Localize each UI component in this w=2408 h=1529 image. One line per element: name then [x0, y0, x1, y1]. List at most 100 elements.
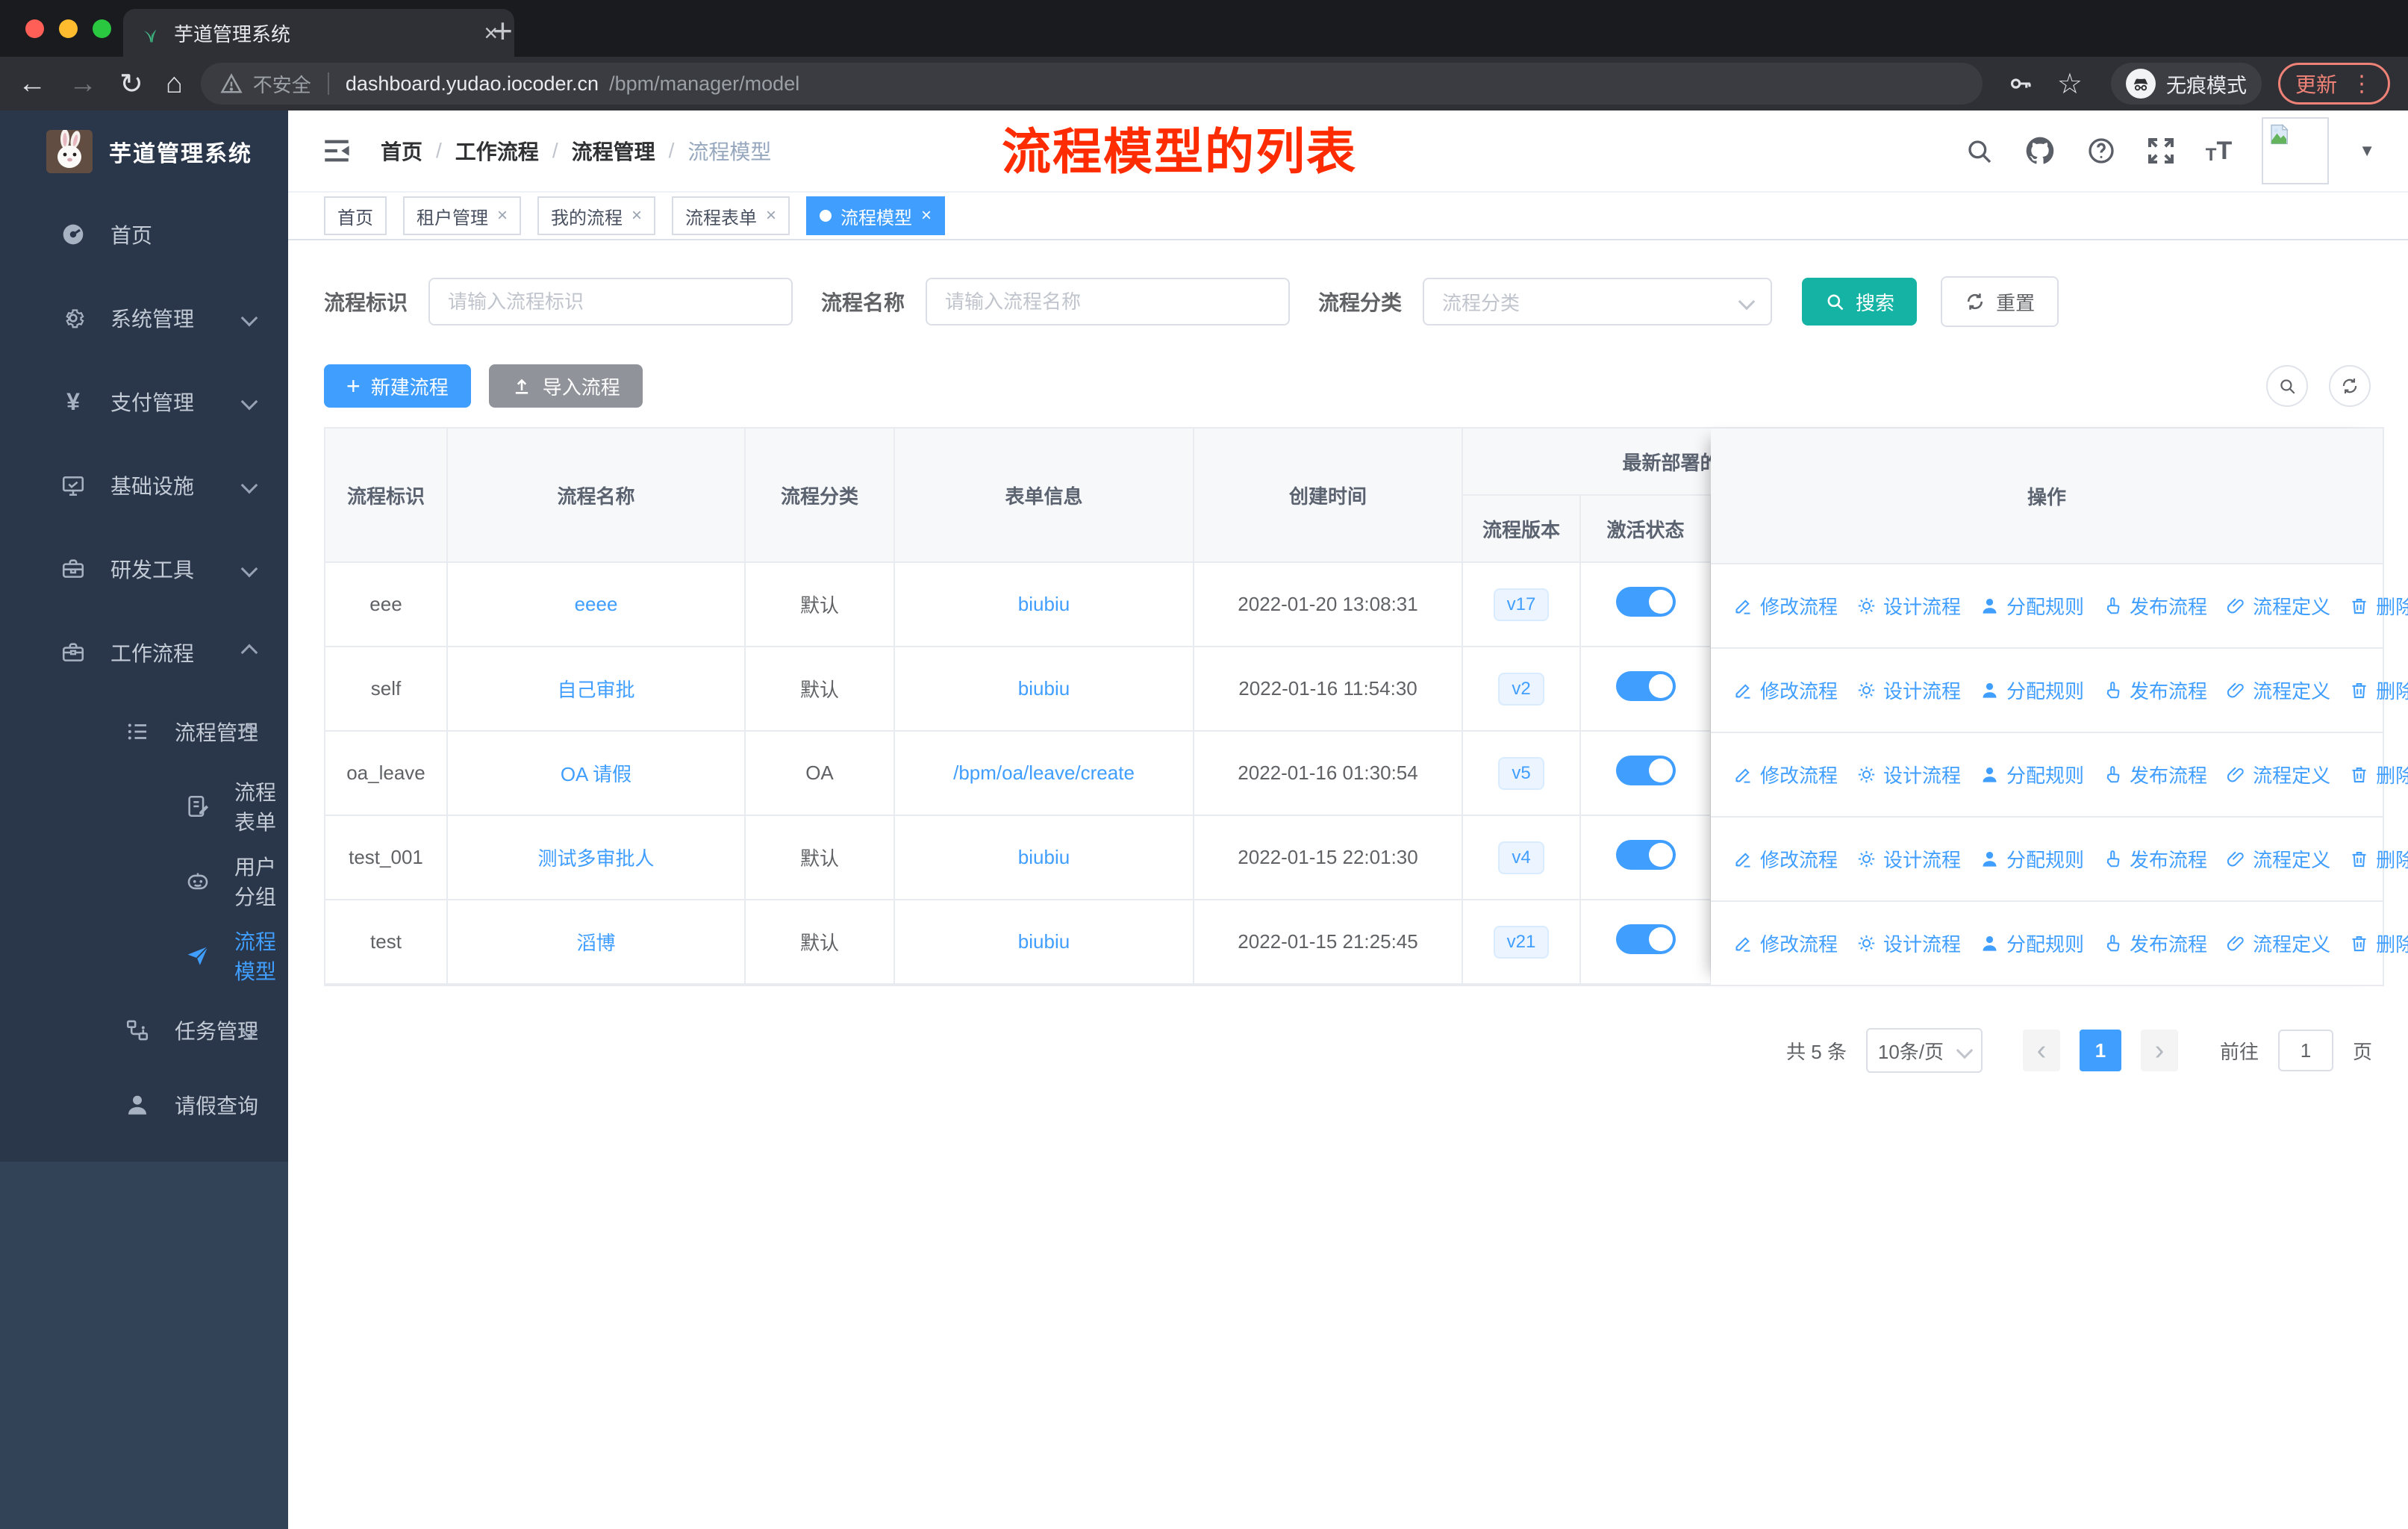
sidebar-item-process-management[interactable]: 流程管理	[0, 694, 288, 769]
tag-process-model[interactable]: 流程模型 ×	[806, 196, 946, 235]
current-page-button[interactable]: 1	[2079, 1030, 2121, 1071]
browser-tab[interactable]: 芋道管理系统 ×	[123, 9, 514, 57]
process-name-link[interactable]: OA 请假	[561, 763, 631, 785]
form-link[interactable]: /bpm/oa/leave/create	[953, 762, 1135, 784]
form-link[interactable]: biubiu	[1018, 677, 1070, 700]
tag-tenant[interactable]: 租户管理 ×	[403, 196, 522, 235]
action-deploy-link[interactable]: 发布流程	[2103, 592, 2207, 620]
action-definition-link[interactable]: 流程定义	[2226, 929, 2330, 957]
action-edit-link[interactable]: 修改流程	[1733, 761, 1838, 788]
active-toggle[interactable]	[1615, 671, 1676, 701]
back-icon[interactable]: ←	[18, 68, 46, 100]
goto-page-input[interactable]	[2277, 1030, 2333, 1071]
page-size-select[interactable]: 10条/页	[1865, 1028, 1983, 1073]
action-design-link[interactable]: 设计流程	[1856, 929, 1961, 957]
caret-down-icon[interactable]: ▼	[2359, 141, 2375, 161]
new-tab-button[interactable]: +	[493, 10, 513, 51]
search-button[interactable]: 搜索	[1802, 278, 1918, 326]
tag-my-process[interactable]: 我的流程 ×	[537, 196, 656, 235]
action-edit-link[interactable]: 修改流程	[1733, 845, 1838, 873]
tag-home[interactable]: 首页	[324, 196, 387, 235]
action-definition-link[interactable]: 流程定义	[2226, 761, 2330, 788]
key-icon[interactable]	[2008, 71, 2033, 96]
sidebar-item-task-management[interactable]: 任务管理	[0, 993, 288, 1068]
active-toggle[interactable]	[1615, 587, 1676, 617]
maximize-window-button[interactable]	[93, 19, 111, 38]
collapse-sidebar-icon[interactable]	[321, 135, 352, 166]
update-button[interactable]: 更新 ⋮	[2277, 63, 2390, 105]
close-icon[interactable]: ×	[921, 205, 932, 226]
action-delete-link[interactable]: 删除	[2349, 592, 2408, 620]
breadcrumb-workflow[interactable]: 工作流程	[455, 136, 539, 166]
close-icon[interactable]: ×	[631, 205, 642, 226]
active-toggle[interactable]	[1615, 756, 1676, 785]
action-delete-link[interactable]: 删除	[2349, 761, 2408, 788]
action-delete-link[interactable]: 删除	[2349, 676, 2408, 704]
action-design-link[interactable]: 设计流程	[1856, 761, 1961, 788]
version-badge[interactable]: v2	[1498, 672, 1544, 706]
process-name-link[interactable]: 测试多审批人	[537, 847, 654, 870]
action-design-link[interactable]: 设计流程	[1856, 592, 1961, 620]
search-icon[interactable]	[1964, 136, 1994, 166]
sidebar-item-payment[interactable]: ¥ 支付管理	[0, 360, 288, 443]
fullscreen-icon[interactable]	[2146, 136, 2176, 166]
avatar[interactable]	[2262, 117, 2330, 184]
action-deploy-link[interactable]: 发布流程	[2103, 845, 2207, 873]
action-deploy-link[interactable]: 发布流程	[2103, 676, 2207, 704]
action-delete-link[interactable]: 删除	[2349, 929, 2408, 957]
import-process-button[interactable]: 导入流程	[488, 364, 643, 408]
action-definition-link[interactable]: 流程定义	[2226, 676, 2330, 704]
breadcrumb-process-management[interactable]: 流程管理	[572, 136, 655, 166]
show-search-button[interactable]	[2266, 365, 2308, 407]
form-link[interactable]: biubiu	[1018, 930, 1070, 953]
sidebar-item-home[interactable]: 首页	[0, 193, 288, 276]
process-name-input[interactable]	[926, 278, 1291, 326]
next-page-button[interactable]: ›	[2140, 1030, 2178, 1071]
action-edit-link[interactable]: 修改流程	[1733, 676, 1838, 704]
action-assign-link[interactable]: 分配规则	[1980, 676, 2084, 704]
version-badge[interactable]: v17	[1493, 588, 1550, 621]
process-category-select[interactable]: 流程分类	[1423, 278, 1773, 326]
action-deploy-link[interactable]: 发布流程	[2103, 761, 2207, 788]
bookmark-star-icon[interactable]: ☆	[2057, 67, 2083, 101]
sidebar-item-leave-query[interactable]: 请假查询	[0, 1068, 288, 1142]
version-badge[interactable]: v21	[1493, 925, 1550, 959]
browser-menu-icon[interactable]: ⋮	[2351, 71, 2373, 97]
form-link[interactable]: biubiu	[1018, 593, 1070, 615]
window-controls[interactable]	[25, 19, 111, 38]
active-toggle[interactable]	[1615, 840, 1676, 870]
sidebar-item-devtools[interactable]: 研发工具	[0, 527, 288, 611]
action-assign-link[interactable]: 分配规则	[1980, 929, 2084, 957]
process-name-link[interactable]: 自己审批	[557, 679, 634, 701]
action-delete-link[interactable]: 删除	[2349, 845, 2408, 873]
version-badge[interactable]: v5	[1498, 756, 1544, 790]
forward-icon[interactable]: →	[69, 68, 97, 100]
form-link[interactable]: biubiu	[1018, 846, 1070, 868]
sidebar-item-process-form[interactable]: 流程表单	[0, 769, 288, 844]
action-deploy-link[interactable]: 发布流程	[2103, 929, 2207, 957]
sidebar-item-workflow[interactable]: 工作流程	[0, 611, 288, 694]
action-edit-link[interactable]: 修改流程	[1733, 929, 1838, 957]
reset-button[interactable]: 重置	[1941, 276, 2059, 327]
action-assign-link[interactable]: 分配规则	[1980, 761, 2084, 788]
process-id-input[interactable]	[428, 278, 793, 326]
action-design-link[interactable]: 设计流程	[1856, 845, 1961, 873]
version-badge[interactable]: v4	[1498, 841, 1544, 874]
tag-process-form[interactable]: 流程表单 ×	[672, 196, 790, 235]
help-icon[interactable]	[2086, 136, 2116, 166]
close-window-button[interactable]	[25, 19, 44, 38]
close-icon[interactable]: ×	[766, 205, 776, 226]
sidebar-item-user-group[interactable]: 用户分组	[0, 844, 288, 918]
home-icon[interactable]: ⌂	[166, 68, 183, 100]
breadcrumb-home[interactable]: 首页	[381, 136, 422, 166]
sidebar-item-process-model[interactable]: 流程模型	[0, 918, 288, 993]
sidebar-item-infrastructure[interactable]: 基础设施	[0, 443, 288, 527]
sidebar-item-system[interactable]: 系统管理	[0, 276, 288, 360]
url-bar[interactable]: 不安全 dashboard.yudao.iocoder.cn/bpm/manag…	[200, 63, 1983, 105]
action-definition-link[interactable]: 流程定义	[2226, 592, 2330, 620]
reload-icon[interactable]: ↻	[119, 67, 143, 101]
action-assign-link[interactable]: 分配规则	[1980, 845, 2084, 873]
action-definition-link[interactable]: 流程定义	[2226, 845, 2330, 873]
close-icon[interactable]: ×	[497, 205, 508, 226]
prev-page-button[interactable]: ‹	[2022, 1030, 2060, 1071]
